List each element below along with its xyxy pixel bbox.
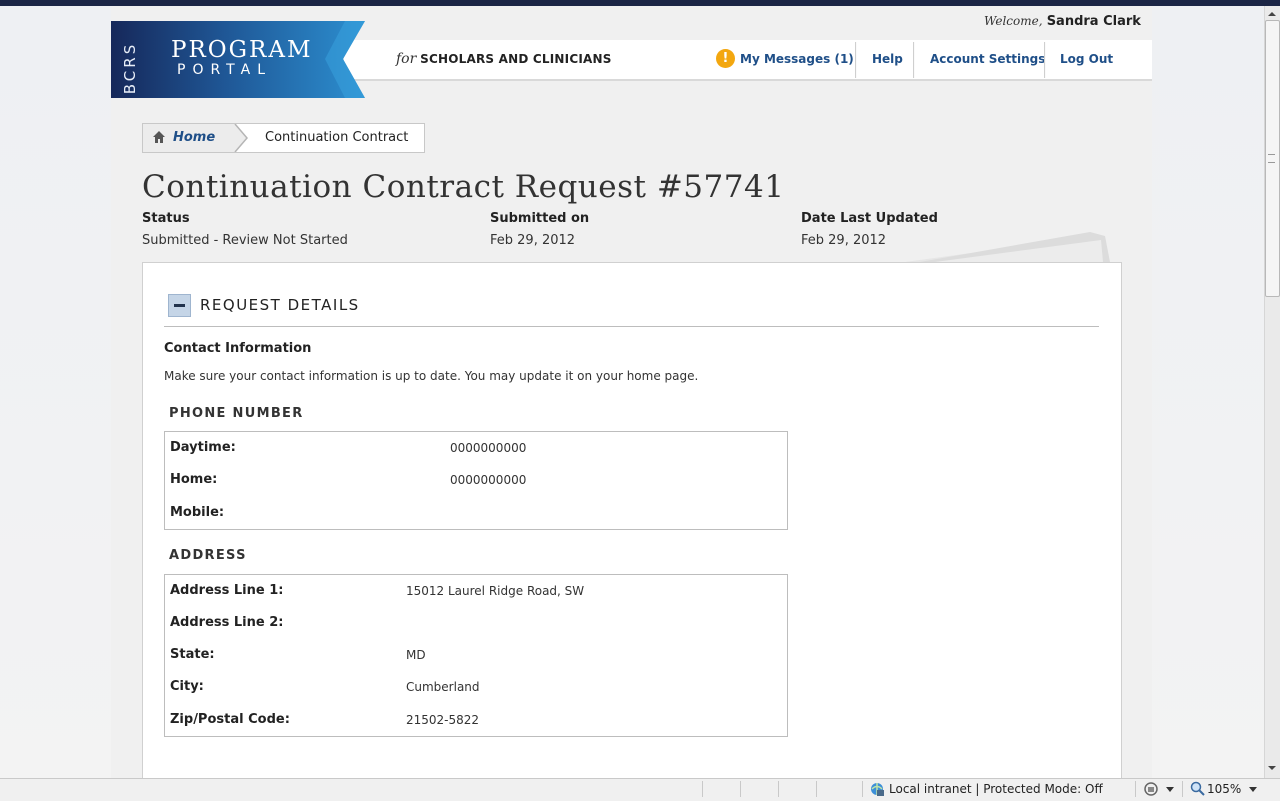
address-title: ADDRESS: [169, 548, 247, 563]
help-link[interactable]: Help: [872, 52, 903, 66]
address-line2-label: Address Line 2:: [170, 615, 284, 630]
tagline-for: for: [396, 51, 417, 67]
nav-divider: [913, 42, 915, 78]
breadcrumb-separator-icon: [234, 124, 248, 152]
last-updated-value: Feb 29, 2012: [801, 233, 887, 248]
user-name: Sandra Clark: [1046, 14, 1141, 29]
daytime-label: Daytime:: [170, 440, 236, 455]
status-divider: [862, 781, 863, 797]
tagline-text: SCHOLARS AND CLINICIANS: [420, 52, 612, 66]
state-label: State:: [170, 647, 215, 662]
mobile-label: Mobile:: [170, 505, 225, 520]
zoom-level[interactable]: 105%: [1207, 782, 1241, 796]
phone-number-title: PHONE NUMBER: [169, 406, 304, 421]
status-value: Submitted - Review Not Started: [142, 233, 348, 248]
section-title: REQUEST DETAILS: [200, 296, 360, 314]
warning-icon[interactable]: !: [716, 49, 735, 68]
logo-program-text: PROGRAM: [171, 37, 313, 63]
contact-info-help: Make sure your contact information is up…: [164, 369, 699, 383]
status-divider: [816, 781, 817, 797]
logo-bcrs-text: BCRS: [121, 41, 139, 95]
intranet-zone-icon: [871, 783, 884, 796]
breadcrumb-current: Continuation Contract: [265, 130, 409, 145]
zoom-dropdown-arrow-icon[interactable]: [1249, 787, 1257, 792]
collapse-section-button[interactable]: [168, 294, 191, 317]
zip-value: 21502-5822: [406, 713, 480, 727]
nav-divider: [1044, 42, 1046, 78]
tagline: for SCHOLARS AND CLINICIANS: [396, 51, 612, 67]
welcome-prefix: Welcome,: [984, 14, 1043, 28]
address-line1-value: 15012 Laurel Ridge Road, SW: [406, 584, 585, 598]
status-label: Status: [142, 211, 190, 226]
city-value: Cumberland: [406, 680, 480, 694]
status-divider: [702, 781, 703, 797]
city-label: City:: [170, 679, 204, 694]
zip-label: Zip/Postal Code:: [170, 712, 290, 727]
status-divider: [778, 781, 779, 797]
log-out-link[interactable]: Log Out: [1060, 52, 1113, 66]
welcome-message: Welcome, Sandra Clark: [984, 14, 1141, 29]
last-updated-label: Date Last Updated: [801, 211, 938, 226]
minus-icon: [174, 304, 185, 307]
account-settings-link[interactable]: Account Settings: [930, 52, 1045, 66]
logo-portal-text: PORTAL: [177, 62, 273, 78]
popup-blocker-icon[interactable]: [1143, 781, 1161, 797]
status-divider: [1135, 781, 1136, 797]
scroll-down-arrow-icon[interactable]: [1264, 762, 1280, 774]
status-divider: [740, 781, 741, 797]
home-phone-value: 0000000000: [450, 473, 527, 487]
address-line1-label: Address Line 1:: [170, 583, 284, 598]
scrollbar-grip-icon: [1268, 154, 1275, 163]
home-icon: [153, 131, 165, 143]
state-value: MD: [406, 648, 426, 662]
paper-stack-decoration: [905, 232, 1110, 262]
breadcrumb: Home Continuation Contract: [142, 123, 425, 153]
status-divider: [1182, 781, 1183, 797]
popup-dropdown-arrow-icon[interactable]: [1166, 787, 1174, 792]
nav-divider: [855, 42, 857, 78]
submitted-on-label: Submitted on: [490, 211, 590, 226]
breadcrumb-home[interactable]: Home: [143, 124, 235, 152]
security-zone-text[interactable]: Local intranet | Protected Mode: Off: [889, 782, 1103, 796]
zoom-icon[interactable]: [1190, 781, 1206, 797]
my-messages-link[interactable]: My Messages (1): [740, 52, 854, 66]
contact-info-heading: Contact Information: [164, 341, 312, 356]
page-title: Continuation Contract Request #57741: [142, 169, 785, 205]
submitted-on-value: Feb 29, 2012: [490, 233, 576, 248]
breadcrumb-home-label: Home: [173, 130, 216, 145]
daytime-value: 0000000000: [450, 441, 527, 455]
section-divider: [164, 326, 1099, 327]
scroll-up-arrow-icon[interactable]: [1264, 8, 1280, 20]
home-phone-label: Home:: [170, 472, 218, 487]
program-portal-logo[interactable]: BCRS PROGRAM PORTAL: [111, 21, 365, 98]
